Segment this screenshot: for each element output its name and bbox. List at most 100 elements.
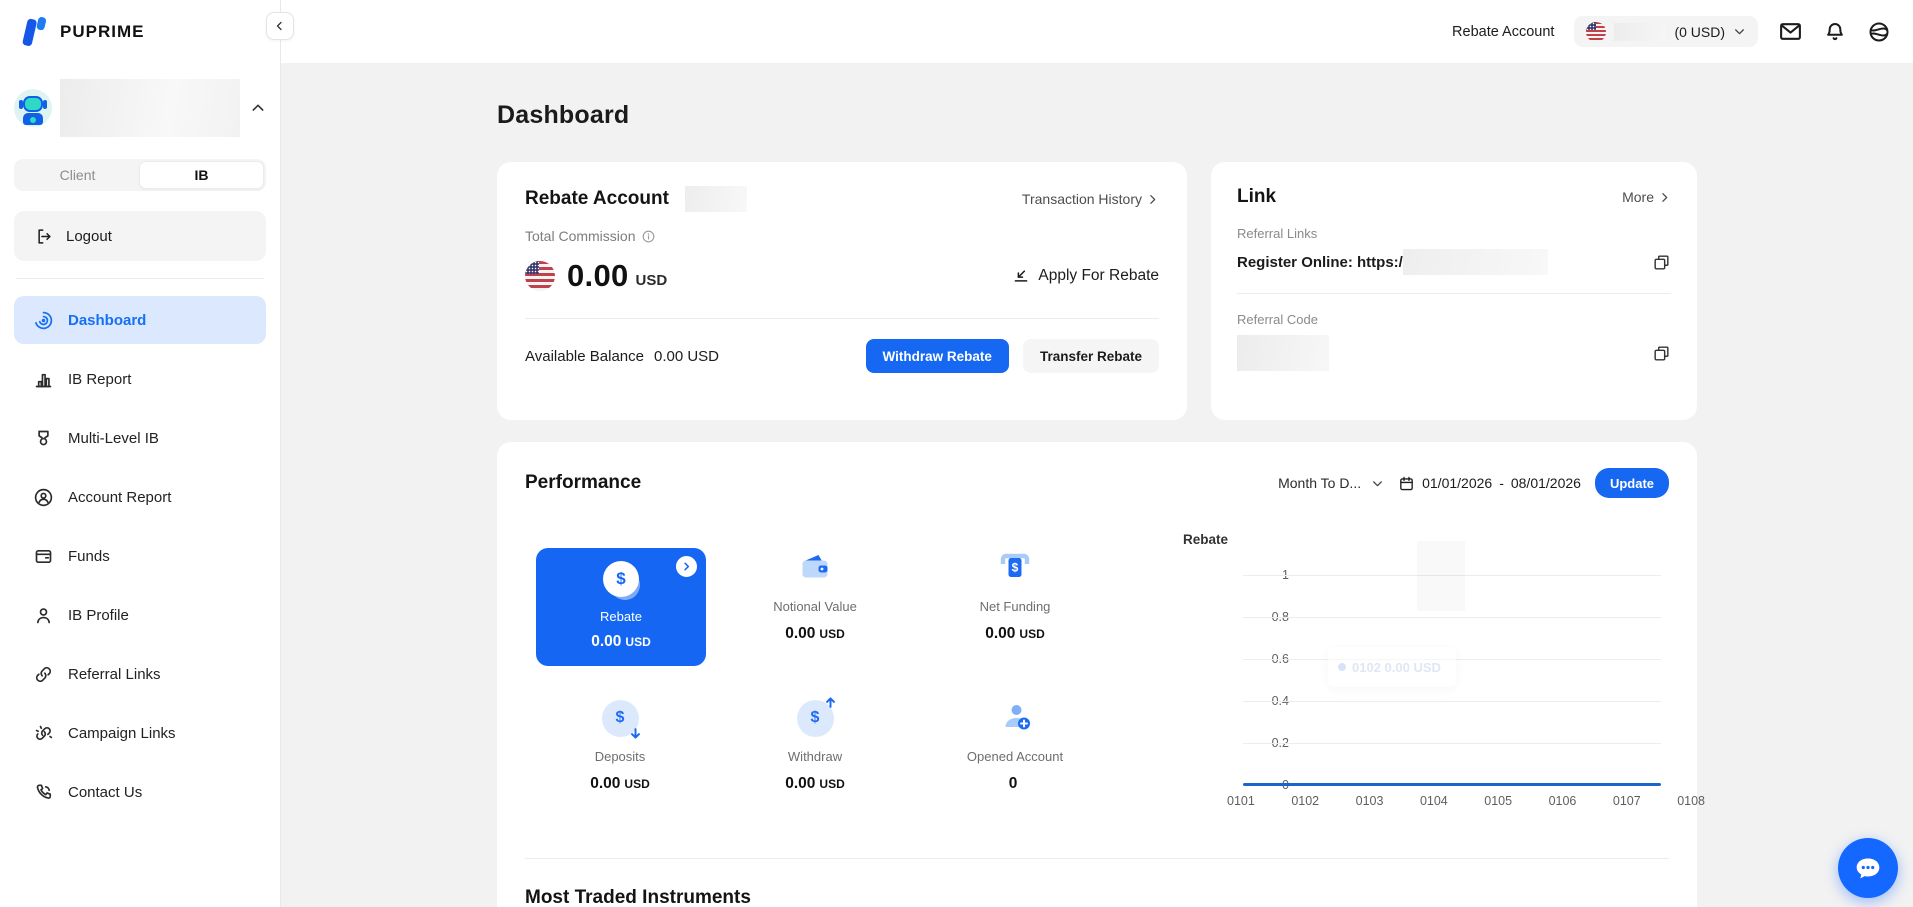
x-tick: 0101 [1227,794,1255,808]
x-tick: 0102 [1291,794,1319,808]
language-button[interactable] [1867,20,1891,44]
link-card: Link More Referral Links Register Online… [1211,162,1697,420]
performance-card: Performance Month To D... 01/01/2026 - 0… [497,442,1697,907]
copy-referral-link-button[interactable] [1652,253,1671,272]
user-name-redacted [60,79,240,137]
apply-for-rebate-link[interactable]: Apply For Rebate [1012,267,1159,285]
puprime-logo-icon [20,16,50,48]
account-balance: (0 USD) [1674,24,1725,40]
sidebar-item-multi-level-ib[interactable]: Multi-Level IB [14,414,266,462]
sidebar-item-ib-profile[interactable]: IB Profile [14,591,266,639]
apply-for-rebate-label: Apply For Rebate [1038,267,1159,285]
referral-code-redacted [1237,335,1329,371]
update-button[interactable]: Update [1595,468,1669,498]
most-traded-title: Most Traded Instruments [525,887,1669,907]
metric-currency: USD [819,627,844,641]
sidebar-item-funds[interactable]: Funds [14,532,266,580]
referral-link-redacted [1403,249,1548,275]
sidebar-item-label: IB Profile [68,607,129,624]
hover-band-ghost [1417,541,1465,611]
notifications-button[interactable] [1823,20,1847,44]
sidebar-item-ib-report[interactable]: IB Report [14,355,266,403]
metric-deposits[interactable]: $ Deposits 0.00USD [525,682,715,832]
arrow-right-icon[interactable] [676,556,697,577]
metric-withdraw[interactable]: $ Withdraw 0.00USD [715,682,915,832]
sidebar-item-campaign-links[interactable]: Campaign Links [14,709,266,757]
content: Dashboard Rebate Account Transaction His… [281,63,1913,907]
gridline [1243,617,1661,618]
chart-plot-area: 1 0.8 0.6 0.4 0.2 0 [1243,575,1661,785]
metric-cell: $ Rebate 0.00USD [525,532,715,682]
date-range-picker[interactable]: 01/01/2026 - 08/01/2026 [1398,475,1581,492]
sidebar-item-account-report[interactable]: Account Report [14,473,266,521]
wallet-money-icon [797,548,834,588]
globe-icon [1867,20,1891,44]
x-axis-labels: 0101 0102 0103 0104 0105 0106 0107 0108 [1227,794,1705,808]
dollar-down-icon: $ [602,698,639,738]
referral-links-label: Referral Links [1237,226,1671,241]
account-switcher-label: Rebate Account [1452,24,1554,40]
live-chat-button[interactable] [1838,838,1898,898]
metric-value: 0.00 [590,775,620,792]
metric-label: Rebate [600,609,642,624]
metric-rebate-tile[interactable]: $ Rebate 0.00USD [536,548,706,666]
date-range-select[interactable]: Month To D... [1278,475,1384,491]
total-commission-currency: USD [636,264,668,289]
user-profile-row[interactable] [14,77,266,139]
available-balance-value: 0.00 USD [654,348,719,365]
total-commission-amount: 0.00 [567,258,629,294]
dollar-up-icon: $ [797,698,834,738]
logout-icon [34,227,53,246]
sidebar-item-referral-links[interactable]: Referral Links [14,650,266,698]
logout-button[interactable]: Logout [14,211,266,261]
x-tick: 0105 [1484,794,1512,808]
referral-code-label: Referral Code [1237,312,1671,327]
copy-icon [1652,253,1671,272]
more-link[interactable]: More [1622,189,1671,205]
metric-net-funding[interactable]: $ Net Funding 0.00USD [915,532,1115,682]
sidebar-item-label: Contact Us [68,784,142,801]
sidebar-collapse-button[interactable] [266,12,294,40]
divider [525,318,1159,319]
app-window: PUPRIME Client IB Logout [0,0,1913,907]
sidebar-item-dashboard[interactable]: Dashboard [14,296,266,344]
metric-value: 0.00 [785,775,815,792]
toggle-ib[interactable]: IB [139,161,264,189]
mail-icon [1778,19,1803,44]
sidebar-item-contact-us[interactable]: Contact Us [14,768,266,816]
rebate-account-card: Rebate Account Transaction History Total… [497,162,1187,420]
metric-currency: USD [625,635,650,649]
mail-button[interactable] [1778,19,1803,44]
rebate-account-number-redacted [685,186,747,212]
date-to: 08/01/2026 [1511,475,1581,491]
brand-name: PUPRIME [60,22,144,42]
metric-label: Withdraw [788,749,842,764]
sidebar-item-label: Referral Links [68,666,161,683]
account-report-icon [32,487,54,508]
transaction-history-link[interactable]: Transaction History [1022,191,1159,207]
referral-link-text: Register Online: https:/ [1237,254,1403,271]
bell-icon [1823,20,1847,44]
sidebar-item-label: Campaign Links [68,725,176,742]
transfer-rebate-button[interactable]: Transfer Rebate [1023,339,1159,373]
toggle-client[interactable]: Client [16,161,139,189]
x-tick: 0107 [1613,794,1641,808]
x-tick: 0103 [1356,794,1384,808]
account-selector[interactable]: (0 USD) [1574,16,1758,47]
sidebar-item-label: Dashboard [68,312,146,329]
metric-currency: USD [1019,627,1044,641]
campaign-link-icon [32,723,54,744]
svg-text:$: $ [1012,561,1019,575]
rebate-card-title: Rebate Account [525,188,669,210]
metric-opened-account[interactable]: Opened Account 0 [915,682,1115,832]
rebate-chart[interactable]: Rebate 1 0.8 0.6 0.4 0.2 0 [1173,532,1669,832]
sidebar-item-label: Funds [68,548,110,565]
info-icon[interactable] [641,229,656,244]
total-commission-label: Total Commission [525,228,635,244]
main-area: Rebate Account (0 USD) Dashboard [281,0,1913,907]
sidebar-item-label: IB Report [68,371,131,388]
withdraw-rebate-button[interactable]: Withdraw Rebate [866,339,1009,373]
chevron-up-icon[interactable] [250,100,266,116]
metric-notional-value[interactable]: Notional Value 0.00USD [715,532,915,682]
copy-referral-code-button[interactable] [1652,344,1671,363]
